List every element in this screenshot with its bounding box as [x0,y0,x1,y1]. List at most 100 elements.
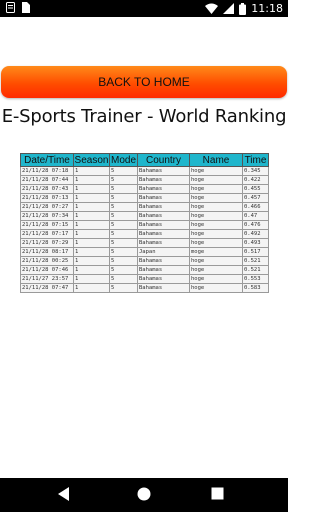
ranking-table-body: 21/11/28 07:18 1 5 Bahamas hoge 0.345 21/11/28… [20,166,269,293]
table-row: 21/11/28 07:18 1 5 Bahamas hoge 0.345 [20,166,269,176]
cell-season: 1 [73,184,110,194]
table-row: 21/11/28 07:34 1 5 Bahamas hoge 0.47 [20,211,269,221]
table-header-row: Date/Time Season Mode Country Name Time [20,153,269,167]
cell-season: 1 [73,274,110,284]
cell-datetime: 21/11/28 07:47 [20,283,74,293]
cell-season: 1 [73,166,110,176]
column-header-time: Time [242,153,269,167]
cell-name: hoge [189,229,243,239]
cell-time: 0.517 [242,247,269,257]
table-row: 21/11/28 07:44 1 5 Bahamas hoge 0.422 [20,175,269,185]
cell-mode: 5 [109,229,138,239]
page-title: E-Sports Trainer - World Ranking [1,106,287,127]
cell-country: Bahamas [137,265,190,275]
cell-mode: 5 [109,265,138,275]
cell-time: 0.583 [242,283,269,293]
cell-name: hoge [189,202,243,212]
cell-country: Bahamas [137,283,190,293]
recents-icon[interactable] [211,487,224,500]
back-icon[interactable] [58,487,70,501]
table-row: 21/11/27 23:57 1 5 Bahamas hoge 0.553 [20,274,269,284]
cell-mode: 5 [109,193,138,203]
cell-name: hoge [189,283,243,293]
cell-country: Bahamas [137,175,190,185]
column-header-country: Country [137,153,190,167]
wifi-icon [205,3,219,14]
cell-season: 1 [73,202,110,212]
table-row: 21/11/28 07:46 1 5 Bahamas hoge 0.521 [20,265,269,275]
cell-name: hoge [189,193,243,203]
cell-mode: 5 [109,175,138,185]
status-left [6,2,30,13]
cell-mode: 5 [109,211,138,221]
cell-country: Bahamas [137,274,190,284]
cell-name: hoge [189,166,243,176]
table-row: 21/11/28 00:25 1 5 Bahamas hoge 0.521 [20,256,269,266]
cell-country: Bahamas [137,166,190,176]
cell-mode: 5 [109,283,138,293]
sim-card-icon [22,2,30,13]
cell-mode: 5 [109,202,138,212]
cell-time: 0.455 [242,184,269,194]
cell-mode: 5 [109,274,138,284]
notification-box-icon [6,2,15,13]
cell-season: 1 [73,238,110,248]
table-row: 21/11/28 08:17 1 5 Japan moge 0.517 [20,247,269,257]
status-right: 11:18 [205,1,283,16]
battery-icon [239,2,247,15]
cell-time: 0.422 [242,175,269,185]
table-row: 21/11/28 07:43 1 5 Bahamas hoge 0.455 [20,184,269,194]
navigation-bar [0,478,288,512]
back-to-home-button[interactable]: BACK TO HOME [1,66,287,98]
signal-icon [223,3,235,14]
ranking-table: Date/Time Season Mode Country Name Time … [20,153,269,293]
cell-name: hoge [189,220,243,230]
cell-time: 0.521 [242,256,269,266]
cell-season: 1 [73,193,110,203]
cell-country: Japan [137,247,190,257]
cell-mode: 5 [109,238,138,248]
cell-time: 0.493 [242,238,269,248]
cell-name: hoge [189,184,243,194]
cell-country: Bahamas [137,256,190,266]
cell-name: hoge [189,175,243,185]
cell-time: 0.476 [242,220,269,230]
cell-datetime: 21/11/28 07:34 [20,211,74,221]
cell-time: 0.47 [242,211,269,221]
cell-datetime: 21/11/28 07:44 [20,175,74,185]
cell-name: moge [189,247,243,257]
cell-time: 0.553 [242,274,269,284]
cell-time: 0.492 [242,229,269,239]
cell-name: hoge [189,274,243,284]
table-row: 21/11/28 07:29 1 5 Bahamas hoge 0.493 [20,238,269,248]
home-icon[interactable] [137,487,151,501]
cell-datetime: 21/11/28 07:15 [20,220,74,230]
cell-mode: 5 [109,220,138,230]
cell-datetime: 21/11/28 08:17 [20,247,74,257]
cell-season: 1 [73,283,110,293]
cell-mode: 5 [109,184,138,194]
cell-datetime: 21/11/28 07:13 [20,193,74,203]
cell-season: 1 [73,247,110,257]
cell-season: 1 [73,220,110,230]
cell-time: 0.457 [242,193,269,203]
column-header-name: Name [189,153,243,167]
cell-season: 1 [73,229,110,239]
cell-country: Bahamas [137,220,190,230]
cell-country: Bahamas [137,238,190,248]
cell-name: hoge [189,211,243,221]
table-row: 21/11/28 07:47 1 5 Bahamas hoge 0.583 [20,283,269,293]
cell-datetime: 21/11/27 23:57 [20,274,74,284]
cell-country: Bahamas [137,229,190,239]
table-row: 21/11/28 07:15 1 5 Bahamas hoge 0.476 [20,220,269,230]
cell-time: 0.466 [242,202,269,212]
cell-time: 0.521 [242,265,269,275]
column-header-datetime: Date/Time [20,153,74,167]
cell-name: hoge [189,238,243,248]
column-header-mode: Mode [109,153,138,167]
cell-datetime: 21/11/28 07:43 [20,184,74,194]
cell-datetime: 21/11/28 00:25 [20,256,74,266]
cell-country: Bahamas [137,193,190,203]
status-bar: 11:18 [0,0,288,17]
cell-name: hoge [189,256,243,266]
